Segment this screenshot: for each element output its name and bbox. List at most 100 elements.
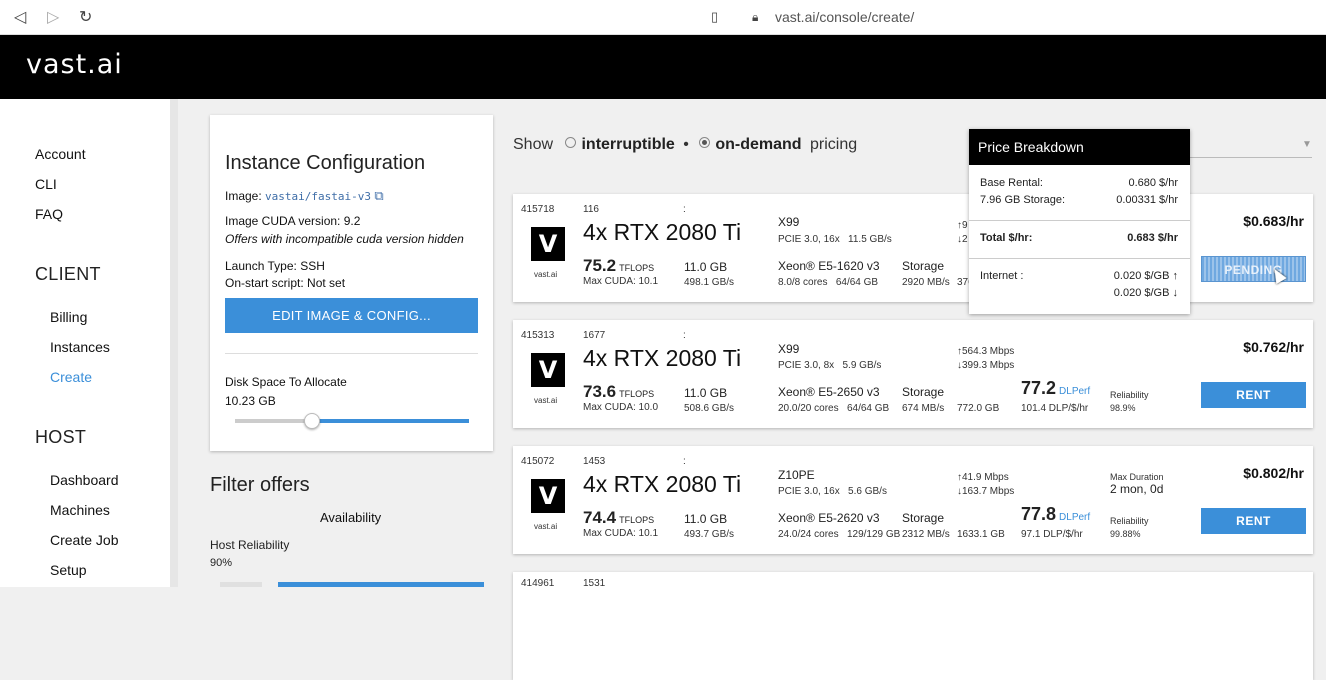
edit-image-config-button[interactable]: EDIT IMAGE & CONFIG... bbox=[225, 298, 478, 333]
offer-host: 1453 bbox=[583, 456, 606, 467]
tflops: 75.2 TFLOPS bbox=[583, 256, 655, 275]
pcie: PCIE 3.0, 16x 5.6 GB/s bbox=[778, 486, 887, 497]
sidebar-item-instances[interactable]: Instances bbox=[50, 339, 110, 355]
disk-slider-handle[interactable] bbox=[304, 413, 320, 429]
pcie: PCIE 3.0, 8x 5.9 GB/s bbox=[778, 360, 882, 371]
disk-value: 10.23 GB bbox=[225, 394, 276, 408]
instance-config-card: Instance Configuration Image: vastai/fas… bbox=[210, 115, 493, 451]
disk-size: 1633.1 GB bbox=[957, 529, 1005, 540]
offer-card: 415718 116 : V vast.ai 4x RTX 2080 Ti 75… bbox=[513, 194, 1313, 302]
offer-id: 415718 bbox=[521, 204, 555, 215]
external-link-icon[interactable]: ⧉ bbox=[374, 188, 383, 203]
tflops: 73.6 TFLOPS bbox=[583, 382, 655, 401]
offer-colon: : bbox=[683, 204, 686, 215]
download-arrow-icon: ↓ bbox=[1172, 287, 1179, 299]
lock-icon: 🔒︎ bbox=[752, 10, 759, 24]
price-breakdown-tooltip: Price Breakdown Base Rental: 0.680 $/hr … bbox=[969, 129, 1190, 314]
cpu: Xeon® E5-2620 v3 bbox=[778, 511, 880, 525]
motherboard: X99 bbox=[778, 342, 800, 356]
internet-up: 0.020 $/GB ↑ bbox=[1113, 270, 1179, 282]
on-demand-label[interactable]: on-demand bbox=[715, 136, 801, 153]
offer-host: 1677 bbox=[583, 330, 606, 341]
config-title: Instance Configuration bbox=[225, 152, 426, 174]
host-reliability-slider-rest[interactable] bbox=[220, 582, 262, 587]
vast-logo-icon: V bbox=[531, 353, 565, 387]
storage-label: Storage bbox=[902, 259, 945, 273]
net-down: ↓399.3 Mbps bbox=[957, 360, 1015, 371]
launch-label: Launch Type: bbox=[225, 259, 297, 273]
on-demand-radio[interactable] bbox=[699, 137, 711, 149]
total-value: 0.683 $/hr bbox=[1127, 232, 1178, 244]
motherboard: X99 bbox=[778, 215, 800, 229]
offer-card: 415072 1453 : V vast.ai 4x RTX 2080 Ti 7… bbox=[513, 446, 1313, 554]
cuda-row: Image CUDA version: 9.2 bbox=[225, 214, 360, 228]
image-label: Image: bbox=[225, 189, 262, 203]
sidebar-item-create[interactable]: Create bbox=[50, 369, 92, 385]
total-label: Total $/hr: bbox=[980, 232, 1033, 244]
sidebar-section-client: CLIENT bbox=[35, 264, 101, 284]
upload-arrow-icon: ↑ bbox=[1172, 270, 1179, 282]
sidebar-item-cli[interactable]: CLI bbox=[35, 176, 57, 192]
filter-offers-title: Filter offers bbox=[210, 474, 310, 496]
address-bar[interactable]: vast.ai/console/create/ bbox=[775, 9, 914, 25]
gpu-name: 4x RTX 2080 Ti bbox=[583, 471, 742, 497]
pending-button[interactable]: PENDING bbox=[1201, 256, 1306, 282]
sort-select[interactable] bbox=[1190, 157, 1312, 158]
sidebar-item-dashboard[interactable]: Dashboard bbox=[50, 472, 119, 488]
net-up: ↑564.3 Mbps bbox=[957, 346, 1015, 357]
dlperf: 77.2 DLPerf bbox=[1021, 378, 1091, 398]
interruptible-radio[interactable] bbox=[565, 137, 577, 149]
storage-cost-value: 0.00331 $/hr bbox=[1116, 194, 1178, 206]
image-row: Image: vastai/fastai-v3 ⧉ bbox=[225, 188, 384, 204]
gpu-bandwidth: 498.1 GB/s bbox=[684, 277, 735, 288]
cuda-label: Image CUDA version: bbox=[225, 214, 341, 228]
vram: 11.0 GB bbox=[684, 512, 728, 526]
sidebar-divider bbox=[170, 99, 178, 587]
base-rental-label: Base Rental: bbox=[980, 177, 1043, 189]
net-down: ↓163.7 Mbps bbox=[957, 486, 1015, 497]
gpu-bandwidth: 493.7 GB/s bbox=[684, 529, 735, 540]
cpu-cores: 20.0/20 cores 64/64 GB bbox=[778, 403, 890, 414]
sidebar-item-account[interactable]: Account bbox=[35, 146, 86, 162]
dlperf: 77.8 DLPerf bbox=[1021, 504, 1091, 524]
reload-icon[interactable]: ↻ bbox=[79, 7, 92, 27]
net-down: ↓2 bbox=[957, 234, 968, 245]
offer-price: $0.762/hr bbox=[1243, 339, 1304, 355]
rent-button[interactable]: RENT bbox=[1201, 508, 1306, 534]
onstart-row: On-start script: Not set bbox=[225, 276, 345, 290]
offer-colon: : bbox=[683, 330, 686, 341]
sidebar-item-setup[interactable]: Setup bbox=[50, 562, 87, 578]
vram: 11.0 GB bbox=[684, 386, 728, 400]
offer-host: 116 bbox=[583, 204, 599, 215]
sidebar-item-billing[interactable]: Billing bbox=[50, 309, 87, 325]
dropdown-caret-icon[interactable]: ▼ bbox=[1302, 139, 1312, 150]
offer-price: $0.802/hr bbox=[1243, 465, 1304, 481]
vast-logo[interactable]: vast.ai bbox=[26, 49, 123, 80]
storage-label: Storage bbox=[902, 385, 945, 399]
max-cuda: Max CUDA: 10.1 bbox=[583, 528, 659, 539]
logo-caption: vast.ai bbox=[534, 522, 558, 531]
host-reliability-slider[interactable] bbox=[278, 582, 484, 587]
cpu-cores: 24.0/24 cores 129/129 GB bbox=[778, 529, 901, 540]
offer-id: 415313 bbox=[521, 330, 555, 341]
forward-arrow-icon[interactable]: ▷ bbox=[47, 7, 59, 27]
sidebar-item-create-job[interactable]: Create Job bbox=[50, 532, 118, 548]
tooltip-divider bbox=[969, 258, 1190, 259]
cpu-cores: 8.0/8 cores 64/64 GB bbox=[778, 277, 879, 288]
offer-card: 415313 1677 : V vast.ai 4x RTX 2080 Ti 7… bbox=[513, 320, 1313, 428]
disk-slider-track[interactable] bbox=[235, 419, 469, 423]
onstart-label: On-start script: bbox=[225, 276, 304, 290]
back-arrow-icon[interactable]: ◁ bbox=[14, 7, 26, 27]
sidebar-item-machines[interactable]: Machines bbox=[50, 502, 110, 518]
storage-label: Storage bbox=[902, 511, 945, 525]
pricing-label: pricing bbox=[810, 136, 858, 153]
offer-id: 415072 bbox=[521, 456, 555, 467]
interruptible-label[interactable]: interruptible bbox=[581, 136, 674, 153]
disk-speed: 2312 MB/s bbox=[902, 529, 950, 540]
tooltip-divider bbox=[969, 220, 1190, 221]
host-reliability-value: 90% bbox=[210, 557, 233, 569]
image-value[interactable]: vastai/fastai-v3 bbox=[265, 190, 371, 203]
rent-button[interactable]: RENT bbox=[1201, 382, 1306, 408]
bookmark-icon[interactable]: ▯ bbox=[711, 9, 718, 25]
sidebar-item-faq[interactable]: FAQ bbox=[35, 206, 63, 222]
